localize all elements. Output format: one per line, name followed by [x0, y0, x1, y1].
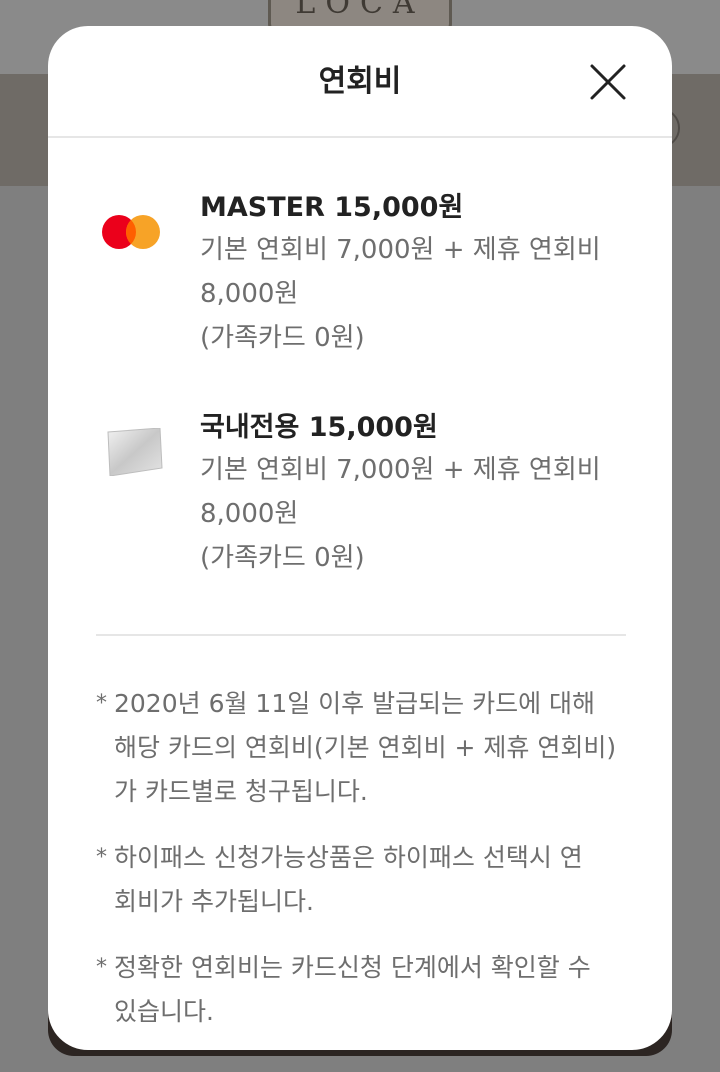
note-line: 회비가 추가됩니다.	[114, 887, 314, 916]
close-button[interactable]	[588, 62, 628, 102]
card-fee-desc-line: (가족카드 0원)	[200, 323, 365, 353]
modal-header: 연회비	[48, 26, 672, 138]
note-item: * 2020년 6월 11일 이후 발급되는 카드에 대해 해당 카드의 연회비…	[96, 682, 626, 814]
note-line: 가 카드별로 청구됩니다.	[114, 777, 368, 806]
card-fee-desc-line: (가족카드 0원)	[200, 543, 365, 573]
note-item: * 하이패스 신청가능상품은 하이패스 선택시 연 회비가 추가됩니다.	[96, 836, 626, 924]
domestic-card-icon	[102, 427, 164, 477]
modal-title: 연회비	[318, 64, 402, 99]
card-fee-desc-line: 기본 연회비 7,000원 + 제휴 연회비	[200, 235, 601, 265]
card-fee-title: MASTER 15,000원	[200, 192, 464, 223]
note-line: 있습니다.	[114, 997, 214, 1026]
card-fee-item: MASTER 15,000원 기본 연회비 7,000원 + 제휴 연회비 8,…	[96, 186, 626, 406]
section-divider	[96, 634, 626, 636]
note-line: 해당 카드의 연회비(기본 연회비 + 제휴 연회비)	[114, 733, 617, 762]
note-item: * 정확한 연회비는 카드신청 단계에서 확인할 수 있습니다.	[96, 946, 626, 1034]
card-fee-text: 국내전용 15,000원 기본 연회비 7,000원 + 제휴 연회비 8,00…	[200, 406, 620, 580]
notes-list: * 2020년 6월 11일 이후 발급되는 카드에 대해 해당 카드의 연회비…	[96, 682, 626, 1050]
annual-fee-modal: 연회비 MASTER 15,000원 기본 연회비 7,000원 + 제휴 연회…	[48, 26, 672, 1050]
asterisk-marker: *	[96, 691, 107, 716]
card-fee-text: MASTER 15,000원 기본 연회비 7,000원 + 제휴 연회비 8,…	[200, 186, 620, 360]
card-fee-item: 국내전용 15,000원 기본 연회비 7,000원 + 제휴 연회비 8,00…	[96, 406, 626, 626]
card-fee-desc-line: 8,000원	[200, 499, 299, 529]
note-line: 하이패스 신청가능상품은 하이패스 선택시 연	[114, 843, 583, 872]
note-line: 정확한 연회비는 카드신청 단계에서 확인할 수	[114, 953, 591, 982]
card-fee-desc-line: 기본 연회비 7,000원 + 제휴 연회비	[200, 455, 601, 485]
card-fee-list: MASTER 15,000원 기본 연회비 7,000원 + 제휴 연회비 8,…	[96, 186, 626, 626]
close-icon	[590, 64, 626, 100]
screen: LOCA 연회비 MASTER 15,000원 기본 연회비 7,000원 + …	[0, 0, 720, 1072]
asterisk-marker: *	[96, 955, 107, 980]
mastercard-icon	[102, 208, 164, 256]
asterisk-marker: *	[96, 845, 107, 870]
note-line: 2020년 6월 11일 이후 발급되는 카드에 대해	[114, 689, 596, 718]
card-fee-desc-line: 8,000원	[200, 279, 299, 309]
card-fee-title: 국내전용 15,000원	[200, 412, 438, 443]
